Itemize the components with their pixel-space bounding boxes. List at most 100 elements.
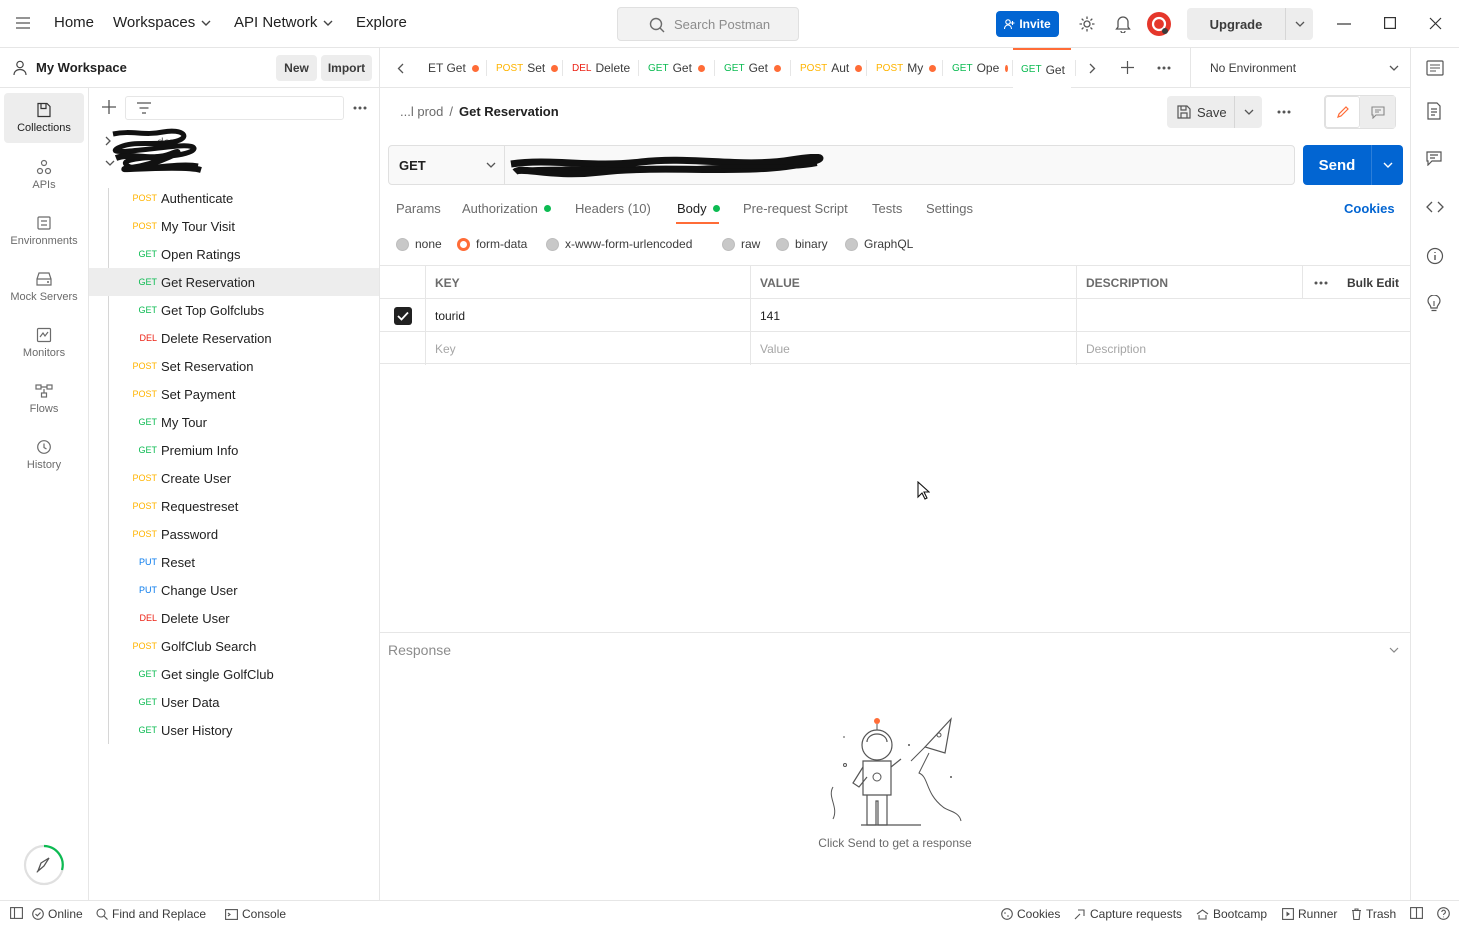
more-options-icon[interactable] [353,106,367,110]
send-dropdown-chevron-icon[interactable] [1371,145,1403,185]
body-type-option[interactable]: x-www-form-urlencoded [546,237,692,251]
save-dropdown-chevron-icon[interactable] [1234,96,1262,128]
row-key[interactable]: tourid [425,299,750,332]
radio-unselected-icon[interactable] [396,237,409,251]
request-config-tab[interactable]: Tests [872,201,902,216]
toggle-sidebar-icon[interactable] [10,907,23,919]
import-button[interactable]: Import [321,55,372,81]
request-config-tab[interactable]: Params [396,201,441,216]
collection-filter-input[interactable] [125,96,344,120]
workspace-title[interactable]: My Workspace [36,60,127,75]
rail-item-environments[interactable]: Environments [4,205,84,257]
bulk-edit-button[interactable]: Bulk Edit [1338,266,1410,299]
request-tab[interactable]: GET Get [640,48,710,88]
settings-gear-icon[interactable] [1078,15,1096,33]
request-tab[interactable]: POST Aut [792,48,862,88]
request-item[interactable]: GET User Data [89,688,379,716]
send-button[interactable]: Send [1303,145,1403,185]
hamburger-menu-icon[interactable] [16,17,30,29]
online-status[interactable]: Online [32,907,83,921]
row-checkbox[interactable] [380,299,425,332]
request-tab[interactable]: POST Set [488,48,558,88]
table-more-icon[interactable] [1302,266,1338,299]
request-config-tab[interactable]: Pre-request Script [743,201,848,216]
nav-workspaces[interactable]: Workspaces [113,14,211,31]
code-icon[interactable] [1426,200,1446,220]
console-button[interactable]: Console [225,907,286,921]
request-item[interactable]: DEL Delete User [89,604,379,632]
request-item[interactable]: GET Premium Info [89,436,379,464]
request-config-tab[interactable]: Authorization [462,201,551,216]
avatar[interactable] [1146,11,1172,37]
upgrade-dropdown-chevron-icon[interactable] [1285,8,1313,40]
search-input[interactable]: Search Postman [617,7,799,41]
help-icon[interactable] [1437,907,1450,920]
value-placeholder-input[interactable]: Value [750,332,1076,365]
request-tab[interactable]: ET Get [420,48,482,88]
body-type-option[interactable]: form-data [457,237,527,251]
request-item[interactable]: POST Create User [89,464,379,492]
trash-button[interactable]: Trash [1351,907,1396,921]
request-tab[interactable]: GET Get [1013,48,1071,89]
request-tab[interactable]: POST My [868,48,938,88]
breadcrumb-current[interactable]: Get Reservation [459,104,559,119]
request-item[interactable]: POST Password [89,520,379,548]
runner-button[interactable]: Runner [1282,907,1337,921]
radio-unselected-icon[interactable] [546,237,559,251]
notification-bell-icon[interactable] [1115,15,1131,33]
body-type-option[interactable]: none [396,237,442,251]
rail-item-flows[interactable]: Flows [4,373,84,425]
tab-options-icon[interactable] [1157,66,1171,70]
request-item[interactable]: GET My Tour [89,408,379,436]
new-button[interactable]: New [276,55,317,81]
environment-selector[interactable]: No Environment [1190,48,1410,88]
rail-item-collections[interactable]: Collections [4,93,84,143]
rocket-progress-icon[interactable] [23,844,65,886]
save-button[interactable]: Save [1167,96,1262,128]
request-item[interactable]: GET Open Ratings [89,240,379,268]
minimize-window-icon[interactable] [1337,23,1351,25]
request-config-tab[interactable]: Settings [926,201,973,216]
body-type-option[interactable]: binary [776,237,828,251]
row-value[interactable]: 141 [750,299,1076,332]
add-collection-plus-icon[interactable] [102,100,116,114]
request-item[interactable]: GET User History [89,716,379,744]
request-config-tab[interactable]: Body [677,201,720,216]
nav-home[interactable]: Home [54,14,94,31]
comments-icon[interactable] [1360,96,1395,128]
radio-selected-icon[interactable] [457,237,470,251]
lightbulb-icon[interactable] [1426,295,1446,315]
request-item[interactable]: POST Authenticate [89,184,379,212]
url-input[interactable] [505,146,1294,184]
breadcrumb-parent[interactable]: ...l prod [400,104,443,119]
nav-api-network[interactable]: API Network [234,14,333,31]
rail-item-monitors[interactable]: Monitors [4,317,84,369]
request-item[interactable]: POST Requestreset [89,492,379,520]
request-more-options-icon[interactable] [1277,110,1291,114]
request-item[interactable]: GET Get Reservation [89,268,379,296]
request-item[interactable]: POST GolfClub Search [89,632,379,660]
comments-icon[interactable] [1426,151,1446,171]
request-item[interactable]: GET Get single GolfClub [89,660,379,688]
request-tab[interactable]: GET Ope [944,48,1008,88]
radio-unselected-icon[interactable] [845,237,858,251]
new-tab-plus-icon[interactable] [1121,61,1134,74]
radio-unselected-icon[interactable] [776,237,789,251]
row-description[interactable] [1076,299,1410,332]
request-tab[interactable]: DEL Delete [564,48,634,88]
documentation-icon[interactable] [1426,102,1446,122]
upgrade-button[interactable]: Upgrade [1187,8,1313,40]
request-item[interactable]: POST Set Reservation [89,352,379,380]
close-window-icon[interactable] [1429,17,1442,30]
bootcamp-button[interactable]: Bootcamp [1196,907,1267,921]
nav-explore[interactable]: Explore [356,14,407,31]
http-method-select[interactable]: GET [389,146,505,184]
environment-quick-look-icon[interactable] [1426,60,1446,80]
rail-item-history[interactable]: History [4,429,84,481]
rail-item-apis[interactable]: APIs [4,149,84,201]
request-config-tab[interactable]: Headers (10) [575,201,651,216]
radio-unselected-icon[interactable] [722,237,735,251]
edit-pencil-icon[interactable] [1325,96,1360,128]
request-item[interactable]: PUT Reset [89,548,379,576]
maximize-window-icon[interactable] [1384,17,1396,29]
